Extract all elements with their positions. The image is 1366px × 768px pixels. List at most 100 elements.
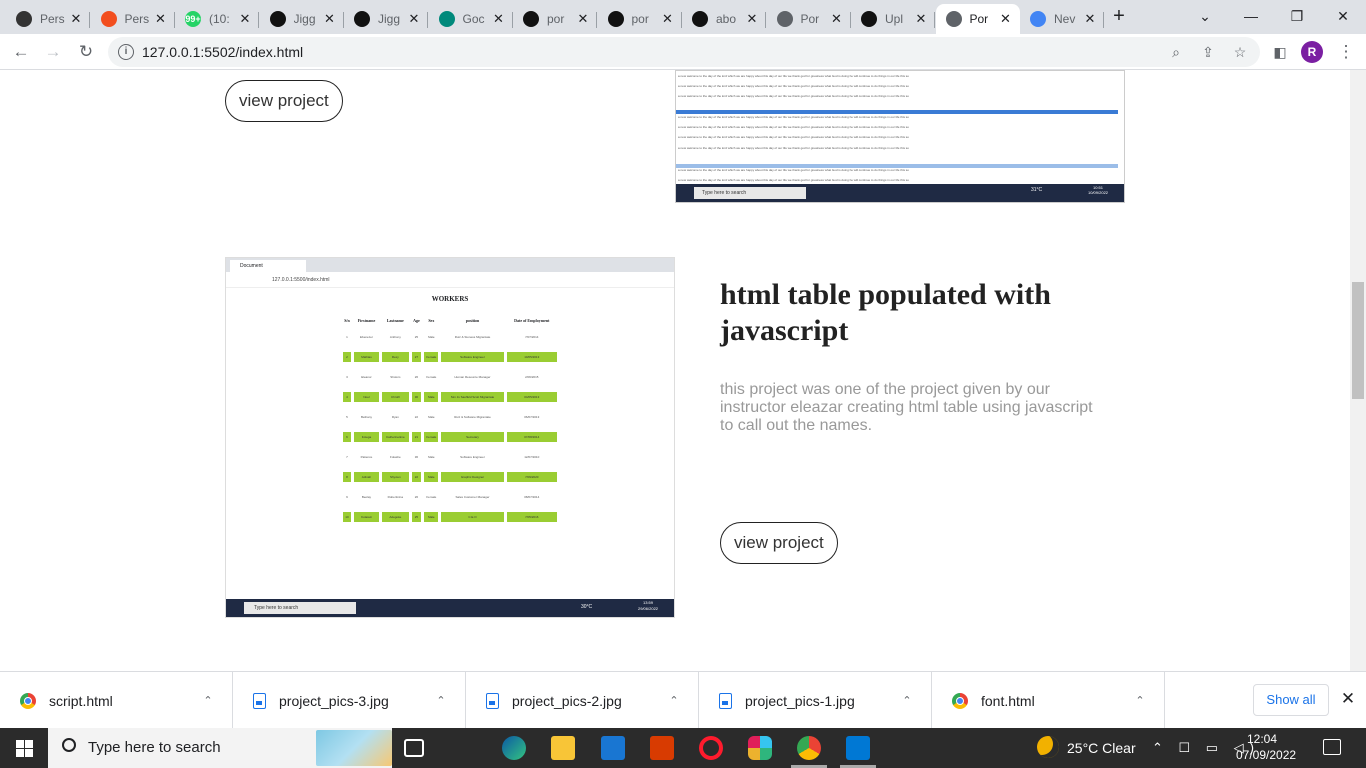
view-project-button-1[interactable]: view project: [225, 80, 343, 122]
taskbar-search[interactable]: Type here to search: [48, 728, 392, 768]
table-cell: Male: [424, 472, 439, 482]
table-cell: 04/05/2013: [506, 392, 557, 402]
browser-tab[interactable]: Pers ✕: [6, 4, 90, 34]
table-header-cell: S/n: [344, 317, 350, 323]
browser-tab[interactable]: Por ✕: [767, 4, 851, 34]
table-header-cell: Firstname: [357, 317, 376, 323]
mail-icon[interactable]: [601, 736, 625, 760]
close-tab-icon[interactable]: ✕: [829, 11, 845, 27]
chevron-up-icon[interactable]: ⌃: [1130, 694, 1150, 707]
chevron-up-icon[interactable]: ⌃: [431, 694, 451, 707]
browser-tab[interactable]: Jigg ✕: [260, 4, 344, 34]
close-tab-icon[interactable]: ✕: [744, 11, 760, 27]
share-icon[interactable]: ⇪: [1198, 42, 1218, 62]
table-cell: 7: [346, 455, 348, 459]
table-cell: 26: [414, 495, 419, 499]
task-view-icon[interactable]: [404, 739, 424, 757]
table-cell: Fotega: [353, 432, 379, 442]
figma-icon: [100, 11, 117, 27]
screenshot-tab: Document: [230, 260, 306, 272]
table-cell: 10: [343, 512, 351, 522]
menu-kebab-icon[interactable]: ⋮: [1334, 40, 1358, 64]
zoom-icon[interactable]: ⌕: [1166, 42, 1186, 62]
close-downloads-icon[interactable]: ✕: [1338, 689, 1358, 709]
chevron-up-icon[interactable]: ⌃: [897, 694, 917, 707]
browser-tab[interactable]: Jigg ✕: [344, 4, 428, 34]
table-cell: Female: [424, 432, 439, 442]
minimize-button[interactable]: —: [1228, 4, 1274, 28]
workers-table: S/n Firstname Lastname Age Sex position Date o…: [340, 313, 560, 527]
browser-tab[interactable]: Por ✕: [935, 4, 1020, 34]
download-item[interactable]: script.html ⌃: [0, 672, 233, 729]
close-tab-icon[interactable]: ✕: [998, 11, 1014, 27]
url-text[interactable]: 127.0.0.1:5502/index.html: [142, 44, 303, 60]
close-tab-icon[interactable]: ✕: [153, 11, 169, 27]
new-tab-button[interactable]: +: [1108, 6, 1130, 28]
address-bar[interactable]: i 127.0.0.1:5502/index.html ⌕ ⇪ ☆: [108, 37, 1260, 67]
browser-tab[interactable]: por ✕: [513, 4, 597, 34]
table-cell: 9: [346, 495, 348, 499]
browser-tab[interactable]: 99+ (10: ✕: [175, 4, 259, 34]
table-cell: Beolay: [361, 495, 372, 499]
close-window-button[interactable]: ✕: [1320, 4, 1366, 28]
screenshot-clock: 10:51 10/09/2022: [1088, 185, 1109, 195]
view-project-button-2[interactable]: view project: [720, 522, 838, 564]
browser-tab[interactable]: abo ✕: [682, 4, 766, 34]
table-header-cell: Sex: [428, 317, 435, 323]
table-row: 3 Eleanor Sholom 26 Female Human Resource Man…: [343, 367, 557, 387]
download-item[interactable]: project_pics-3.jpg ⌃: [233, 672, 466, 729]
tab-search-icon[interactable]: ⌄: [1182, 4, 1228, 28]
close-tab-icon[interactable]: ✕: [660, 11, 676, 27]
opera-icon[interactable]: [699, 736, 723, 760]
close-tab-icon[interactable]: ✕: [322, 11, 338, 27]
weather-text[interactable]: 25°C Clear: [1067, 728, 1136, 768]
browser-tab[interactable]: Goc ✕: [429, 4, 513, 34]
edge-icon[interactable]: [502, 736, 526, 760]
close-tab-icon[interactable]: ✕: [575, 11, 591, 27]
close-tab-icon[interactable]: ✕: [491, 11, 507, 27]
bookmark-star-icon[interactable]: ☆: [1230, 42, 1250, 62]
side-panel-icon[interactable]: ◧: [1268, 40, 1292, 64]
screenshot-address: 127.0.0.1:5500/index.html: [226, 272, 674, 288]
back-icon[interactable]: ←: [9, 40, 33, 64]
download-item[interactable]: font.html ⌃: [932, 672, 1165, 729]
close-tab-icon[interactable]: ✕: [406, 11, 422, 27]
profile-avatar[interactable]: R: [1301, 41, 1323, 63]
chevron-up-icon[interactable]: ⌃: [198, 694, 218, 707]
chrome-icon[interactable]: [797, 736, 821, 760]
close-tab-icon[interactable]: ✕: [237, 11, 253, 27]
download-item[interactable]: project_pics-1.jpg ⌃: [699, 672, 932, 729]
show-all-button[interactable]: Show all: [1253, 684, 1329, 716]
office-icon[interactable]: [650, 736, 674, 760]
scrollbar-thumb[interactable]: [1352, 282, 1364, 399]
weather-moon-icon[interactable]: [1037, 736, 1059, 758]
start-button[interactable]: [0, 728, 48, 768]
table-cell: 4: [343, 392, 351, 402]
globe-icon: [945, 11, 962, 27]
vscode-icon[interactable]: [846, 736, 870, 760]
slack-icon[interactable]: [748, 736, 772, 760]
reload-icon[interactable]: ↻: [74, 40, 98, 64]
restore-button[interactable]: ❐: [1274, 4, 1320, 28]
taskbar-clock[interactable]: 12:04 07/09/2022: [1236, 731, 1296, 763]
browser-tab[interactable]: Nev ✕: [1020, 4, 1104, 34]
notifications-icon[interactable]: [1323, 739, 1341, 755]
close-tab-icon[interactable]: ✕: [68, 11, 84, 27]
close-tab-icon[interactable]: ✕: [913, 11, 929, 27]
table-cell: Sim Js Sauffeld Scott Migrantate: [441, 392, 504, 402]
table-cell: Bethany: [360, 415, 372, 419]
screenshot-text-line: a new welcome to the day of the lord whi…: [678, 146, 909, 150]
table-cell: Graphic Designer: [441, 472, 504, 482]
table-row: 8 Adinah Shyvien 22 Male Graphic Designer 7/09…: [343, 467, 557, 487]
download-item[interactable]: project_pics-2.jpg ⌃: [466, 672, 699, 729]
browser-tab[interactable]: Upl ✕: [851, 4, 935, 34]
browser-tab[interactable]: por ✕: [598, 4, 682, 34]
site-info-icon[interactable]: i: [118, 44, 134, 60]
close-tab-icon[interactable]: ✕: [1082, 11, 1098, 27]
forward-icon[interactable]: →: [41, 40, 65, 64]
file-explorer-icon[interactable]: [551, 736, 575, 760]
browser-tab[interactable]: Pers ✕: [91, 4, 175, 34]
portfolio-icon: [16, 11, 32, 27]
chevron-up-icon[interactable]: ⌃: [664, 694, 684, 707]
table-cell: Patience: [360, 455, 373, 459]
